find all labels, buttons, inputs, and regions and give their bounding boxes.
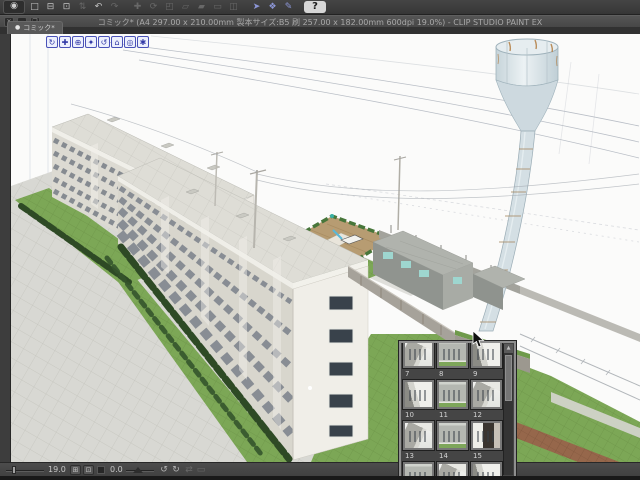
material-number: 8 <box>439 370 444 378</box>
open-file-icon[interactable]: ⊟ <box>44 1 57 13</box>
mouse-cursor <box>472 330 485 348</box>
actual-size-button[interactable]: ⊡ <box>83 465 94 475</box>
scale-icon: ◰ <box>165 2 174 12</box>
rotate-icon: ⟳ <box>149 2 158 12</box>
tab-label: コミック* <box>23 24 55 32</box>
object-rotate-icon[interactable]: ↺ <box>98 36 110 48</box>
material-number: 7 <box>405 370 410 378</box>
zoom-box-button[interactable] <box>97 466 105 474</box>
palette-scrollbar[interactable]: ▲ <box>503 344 513 475</box>
material-number: 12 <box>473 411 482 419</box>
transform-icon: ▱ <box>182 2 189 12</box>
material-thumbnail <box>402 343 435 369</box>
rotate-left-icon[interactable]: ↺ <box>158 463 170 477</box>
crop-icon: ▭ <box>213 2 222 12</box>
zoom-slider-thumb[interactable] <box>12 466 16 474</box>
material-item[interactable]: 14 <box>436 452 469 476</box>
object-settings-icon[interactable]: ✱ <box>137 36 149 48</box>
new-file-icon[interactable]: □ <box>28 1 41 13</box>
grab-tool-icon[interactable]: ❖ <box>266 1 279 13</box>
material-thumbnail <box>402 379 435 410</box>
modified-indicator: ● <box>15 24 21 31</box>
material-item[interactable]: 5 <box>436 343 469 369</box>
main-toolbar: ◉ □ ⊟ ⊡ ⇅ ↶ ↷ ✚ ⟳ ◰ ▱ ▰ ▭ ◫ ➤ ❖ ✎ ? <box>0 0 640 15</box>
material-number: 15 <box>473 452 482 460</box>
clip-studio-logo-icon[interactable]: ◉ <box>3 0 25 14</box>
tab-comic[interactable]: ● コミック* <box>7 21 63 34</box>
material-item[interactable]: 13 <box>402 452 435 476</box>
clip-studio-window: ◉ □ ⊟ ⊡ ⇅ ↶ ↷ ✚ ⟳ ◰ ▱ ▰ ▭ ◫ ➤ ❖ ✎ ? ✕ − … <box>0 0 640 480</box>
save-file-icon[interactable]: ⊡ <box>60 1 73 13</box>
camera-orbit-icon[interactable]: ↻ <box>46 36 58 48</box>
object-move-icon[interactable]: ✦ <box>85 36 97 48</box>
scroll-up-icon[interactable]: ▲ <box>504 344 513 353</box>
material-thumbnail <box>436 379 469 410</box>
flip-view-icon: ⇄ <box>185 465 193 475</box>
material-number: 9 <box>473 370 478 378</box>
material-item[interactable]: 7 <box>402 370 435 410</box>
fit-to-screen-button[interactable]: ⊞ <box>70 465 81 475</box>
object-launcher-bar: ↻ ✚ ⊕ ✦ ↺ ⌂ ◎ ✱ <box>46 36 149 48</box>
material-item[interactable]: 12 <box>470 411 503 451</box>
material-number: 11 <box>439 411 448 419</box>
material-item[interactable]: 8 <box>436 370 469 410</box>
undo-icon[interactable]: ↶ <box>92 1 105 13</box>
material-item[interactable]: 10 <box>402 411 435 451</box>
redo-icon: ↷ <box>110 2 119 12</box>
material-item[interactable]: 4 <box>402 343 435 369</box>
object-tool-icon[interactable]: ➤ <box>250 1 263 13</box>
pen-tool-icon[interactable]: ✎ <box>282 1 295 13</box>
material-item[interactable]: 15 <box>470 452 503 476</box>
camera-pan-icon[interactable]: ✚ <box>59 36 71 48</box>
rotate-right-icon[interactable]: ↻ <box>170 463 182 477</box>
material-thumbnail <box>436 420 469 451</box>
material-number: 10 <box>405 411 414 419</box>
material-number: 13 <box>405 452 414 460</box>
spin-icon: ⇅ <box>78 2 87 12</box>
material-thumbnail <box>470 379 503 410</box>
reset-view-icon: ▭ <box>196 465 206 475</box>
selection-icon: ◫ <box>229 2 238 12</box>
zoom-value: 19.0 <box>48 465 66 474</box>
material-thumbnail <box>402 420 435 451</box>
rotation-slider-thumb[interactable] <box>133 467 143 473</box>
help-button[interactable]: ? <box>304 1 326 13</box>
ground-snap-icon[interactable]: ⌂ <box>111 36 123 48</box>
material-item[interactable]: 9 <box>470 370 503 410</box>
move-icon: ✚ <box>133 2 142 12</box>
flip-icon: ▰ <box>198 2 205 12</box>
rotation-value: 0.0 <box>110 465 123 474</box>
tab-row: ● コミック* <box>0 21 640 34</box>
scrollbar-thumb[interactable] <box>505 355 512 401</box>
canvas-3d-scene[interactable] <box>11 34 640 462</box>
window-bottom-edge <box>0 476 640 480</box>
camera-zoom-icon[interactable]: ⊕ <box>72 36 84 48</box>
material-number: 14 <box>439 452 448 460</box>
material-thumbnail <box>470 420 503 451</box>
status-bar: 19.0 ⊞ ⊡ 0.0 ↺ ↻ ⇄ ▭ <box>0 462 640 477</box>
material-thumbnail <box>436 343 469 369</box>
materials-palette[interactable]: 4 5 6 7 8 9 10 11 12 13 14 15 ▲ <box>398 340 517 479</box>
material-item[interactable]: 11 <box>436 411 469 451</box>
focus-icon[interactable]: ◎ <box>124 36 136 48</box>
workspace: ↻ ✚ ⊕ ✦ ↺ ⌂ ◎ ✱ <box>0 34 640 462</box>
collapsed-palette-dock[interactable] <box>0 34 11 462</box>
